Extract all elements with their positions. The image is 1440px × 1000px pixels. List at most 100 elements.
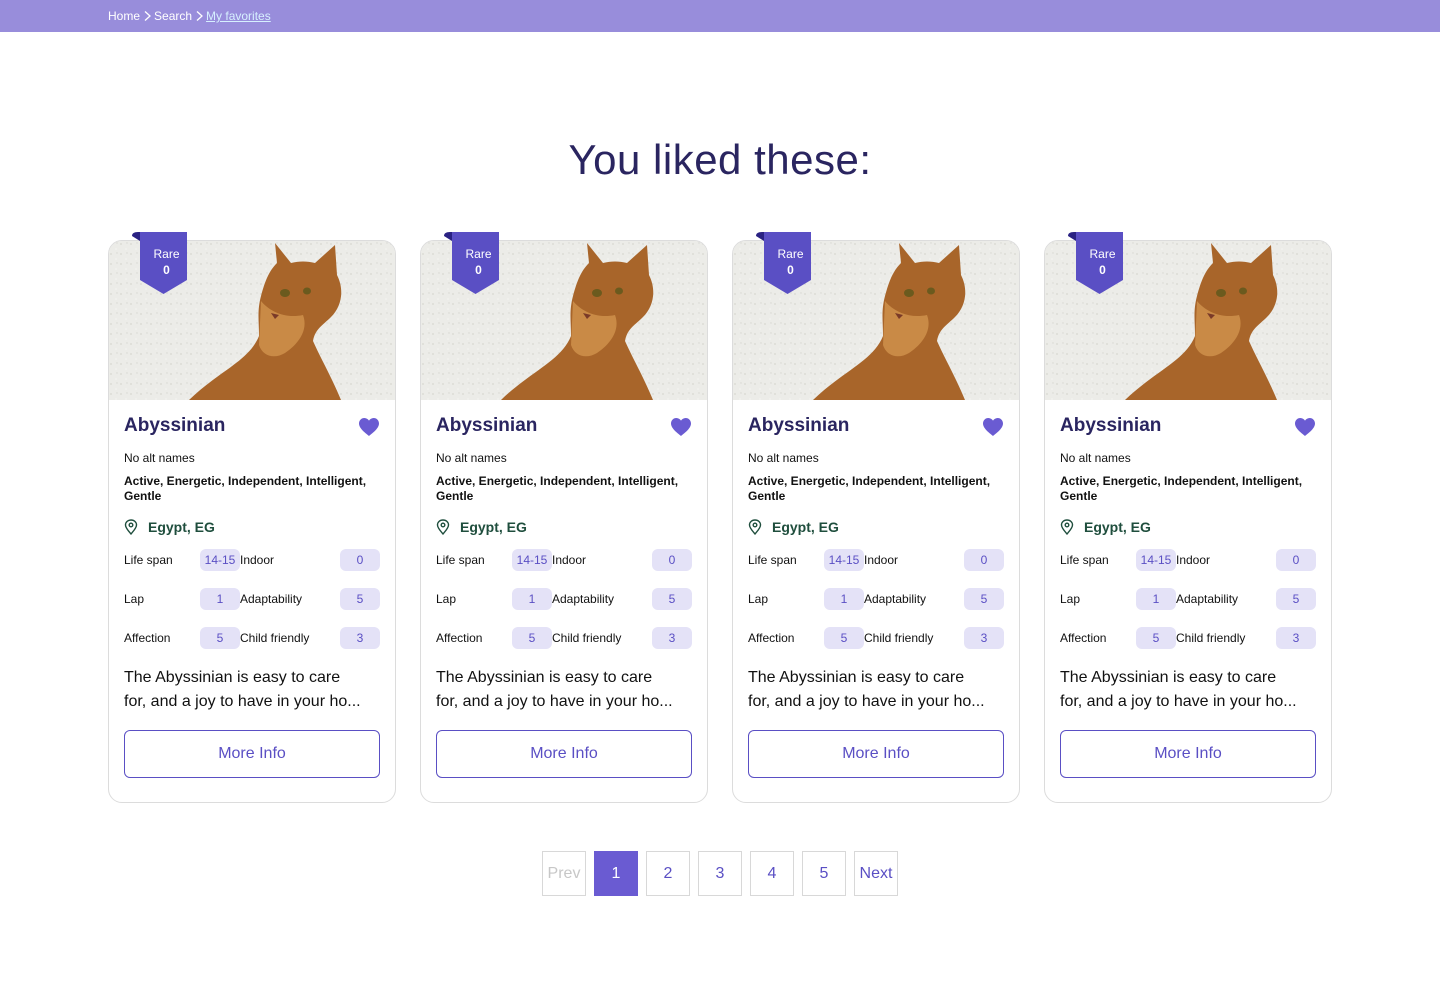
origin-location: Egypt, EG xyxy=(124,519,380,535)
breed-description: The Abyssinian is easy to care for, and … xyxy=(1060,666,1316,714)
breed-description: The Abyssinian is easy to care for, and … xyxy=(748,666,1004,714)
stat-value: 0 xyxy=(652,549,692,571)
chevron-right-icon xyxy=(192,10,206,22)
stat-value: 14-15 xyxy=(1136,549,1176,571)
stat-lap: Lap 1 xyxy=(124,588,240,610)
breadcrumb-my-favorites[interactable]: My favorites xyxy=(206,9,271,23)
badge-value: 0 xyxy=(475,263,482,277)
page-title: You liked these: xyxy=(568,136,872,183)
stat-label: Indoor xyxy=(552,553,587,567)
page-button-4[interactable]: 4 xyxy=(750,851,794,896)
stat-label: Indoor xyxy=(1176,553,1211,567)
stat-value: 5 xyxy=(964,588,1004,610)
description-line: for, and a joy to have in your ho... xyxy=(436,693,673,710)
stat-label: Indoor xyxy=(240,553,275,567)
stat-value: 1 xyxy=(824,588,864,610)
temperament: Active, Energetic, Independent, Intellig… xyxy=(436,474,679,503)
stat-label: Life span xyxy=(1060,553,1109,567)
heart-icon[interactable] xyxy=(982,417,1004,437)
location-label: Egypt, EG xyxy=(1084,519,1151,535)
stat-indoor: Indoor 0 xyxy=(864,549,1004,571)
stat-label: Adaptability xyxy=(1176,592,1239,606)
stat-value: 1 xyxy=(1136,588,1176,610)
origin-location: Egypt, EG xyxy=(436,519,692,535)
location-pin-icon xyxy=(436,519,450,535)
more-info-button[interactable]: More Info xyxy=(436,730,692,778)
badge-value: 0 xyxy=(163,263,170,277)
breed-name: Abyssinian xyxy=(1060,415,1162,436)
description-line: for, and a joy to have in your ho... xyxy=(748,693,985,710)
stat-label: Affection xyxy=(1060,631,1107,645)
breed-description: The Abyssinian is easy to care for, and … xyxy=(124,666,380,714)
top-bar: Home Search My favorites xyxy=(0,0,1440,32)
stat-value: 3 xyxy=(1276,627,1316,649)
location-pin-icon xyxy=(124,519,138,535)
stats-grid: Life span 14-15 Indoor 0 Lap 1 Adaptability… xyxy=(436,549,692,649)
stat-child-friendly: Child friendly 3 xyxy=(552,627,692,649)
page-button-2[interactable]: 2 xyxy=(646,851,690,896)
prev-page-button[interactable]: Prev xyxy=(542,851,586,896)
location-label: Egypt, EG xyxy=(148,519,215,535)
stat-label: Child friendly xyxy=(864,631,934,645)
stat-label: Child friendly xyxy=(240,631,310,645)
stat-label: Affection xyxy=(124,631,171,645)
stats-grid: Life span 14-15 Indoor 0 Lap 1 Adaptability… xyxy=(1060,549,1316,649)
stat-value: 5 xyxy=(512,627,552,649)
heart-icon[interactable] xyxy=(358,417,380,437)
heart-icon[interactable] xyxy=(1294,417,1316,437)
stat-label: Lap xyxy=(124,592,145,606)
pagination: Prev 1 2 3 4 5 Next xyxy=(542,851,898,896)
more-info-button[interactable]: More Info xyxy=(124,730,380,778)
breed-card: Rare 0 Abyssinian No alt names Active, E… xyxy=(108,232,396,803)
description-line: for, and a joy to have in your ho... xyxy=(124,693,361,710)
alt-names: No alt names xyxy=(1060,451,1131,465)
stat-life-span: Life span 14-15 xyxy=(124,549,240,571)
alt-names: No alt names xyxy=(124,451,195,465)
stat-label: Life span xyxy=(124,553,173,567)
stat-indoor: Indoor 0 xyxy=(240,549,380,571)
more-info-button[interactable]: More Info xyxy=(748,730,1004,778)
stat-label: Life span xyxy=(748,553,797,567)
breed-card: Rare 0 Abyssinian No alt names Active, E… xyxy=(732,232,1020,803)
stats-grid: Life span 14-15 Indoor 0 Lap 1 Adaptability… xyxy=(124,549,380,649)
origin-location: Egypt, EG xyxy=(748,519,1004,535)
badge-label: Rare xyxy=(777,247,804,261)
stat-value: 5 xyxy=(1136,627,1176,649)
stat-indoor: Indoor 0 xyxy=(1176,549,1316,571)
badge-label: Rare xyxy=(1089,247,1116,261)
page-button-5[interactable]: 5 xyxy=(802,851,846,896)
page-button-1[interactable]: 1 xyxy=(594,851,638,896)
temperament: Active, Energetic, Independent, Intellig… xyxy=(124,474,367,503)
location-pin-icon xyxy=(748,519,762,535)
breed-description: The Abyssinian is easy to care for, and … xyxy=(436,666,692,714)
stat-affection: Affection 5 xyxy=(748,627,864,649)
stat-value: 1 xyxy=(200,588,240,610)
stat-value: 3 xyxy=(340,627,380,649)
breadcrumb-home[interactable]: Home xyxy=(108,9,140,23)
page-button-3[interactable]: 3 xyxy=(698,851,742,896)
stat-lap: Lap 1 xyxy=(1060,588,1176,610)
stat-label: Child friendly xyxy=(552,631,622,645)
stat-adaptability: Adaptability 5 xyxy=(240,588,380,610)
stat-value: 3 xyxy=(964,627,1004,649)
stat-value: 5 xyxy=(340,588,380,610)
more-info-button[interactable]: More Info xyxy=(1060,730,1316,778)
stat-value: 3 xyxy=(652,627,692,649)
stat-label: Lap xyxy=(436,592,457,606)
stat-label: Lap xyxy=(748,592,769,606)
temperament: Active, Energetic, Independent, Intellig… xyxy=(748,474,991,503)
stat-value: 0 xyxy=(340,549,380,571)
heart-icon[interactable] xyxy=(670,417,692,437)
chevron-right-icon xyxy=(140,10,154,22)
stat-label: Life span xyxy=(436,553,485,567)
stat-child-friendly: Child friendly 3 xyxy=(864,627,1004,649)
badge-label: Rare xyxy=(153,247,180,261)
breed-card: Rare 0 Abyssinian No alt names Active, E… xyxy=(1044,232,1332,803)
next-page-button[interactable]: Next xyxy=(854,851,898,896)
stat-lap: Lap 1 xyxy=(748,588,864,610)
stat-value: 1 xyxy=(512,588,552,610)
stat-adaptability: Adaptability 5 xyxy=(1176,588,1316,610)
stat-adaptability: Adaptability 5 xyxy=(552,588,692,610)
breadcrumb-search[interactable]: Search xyxy=(154,9,192,23)
breed-name: Abyssinian xyxy=(436,415,538,436)
